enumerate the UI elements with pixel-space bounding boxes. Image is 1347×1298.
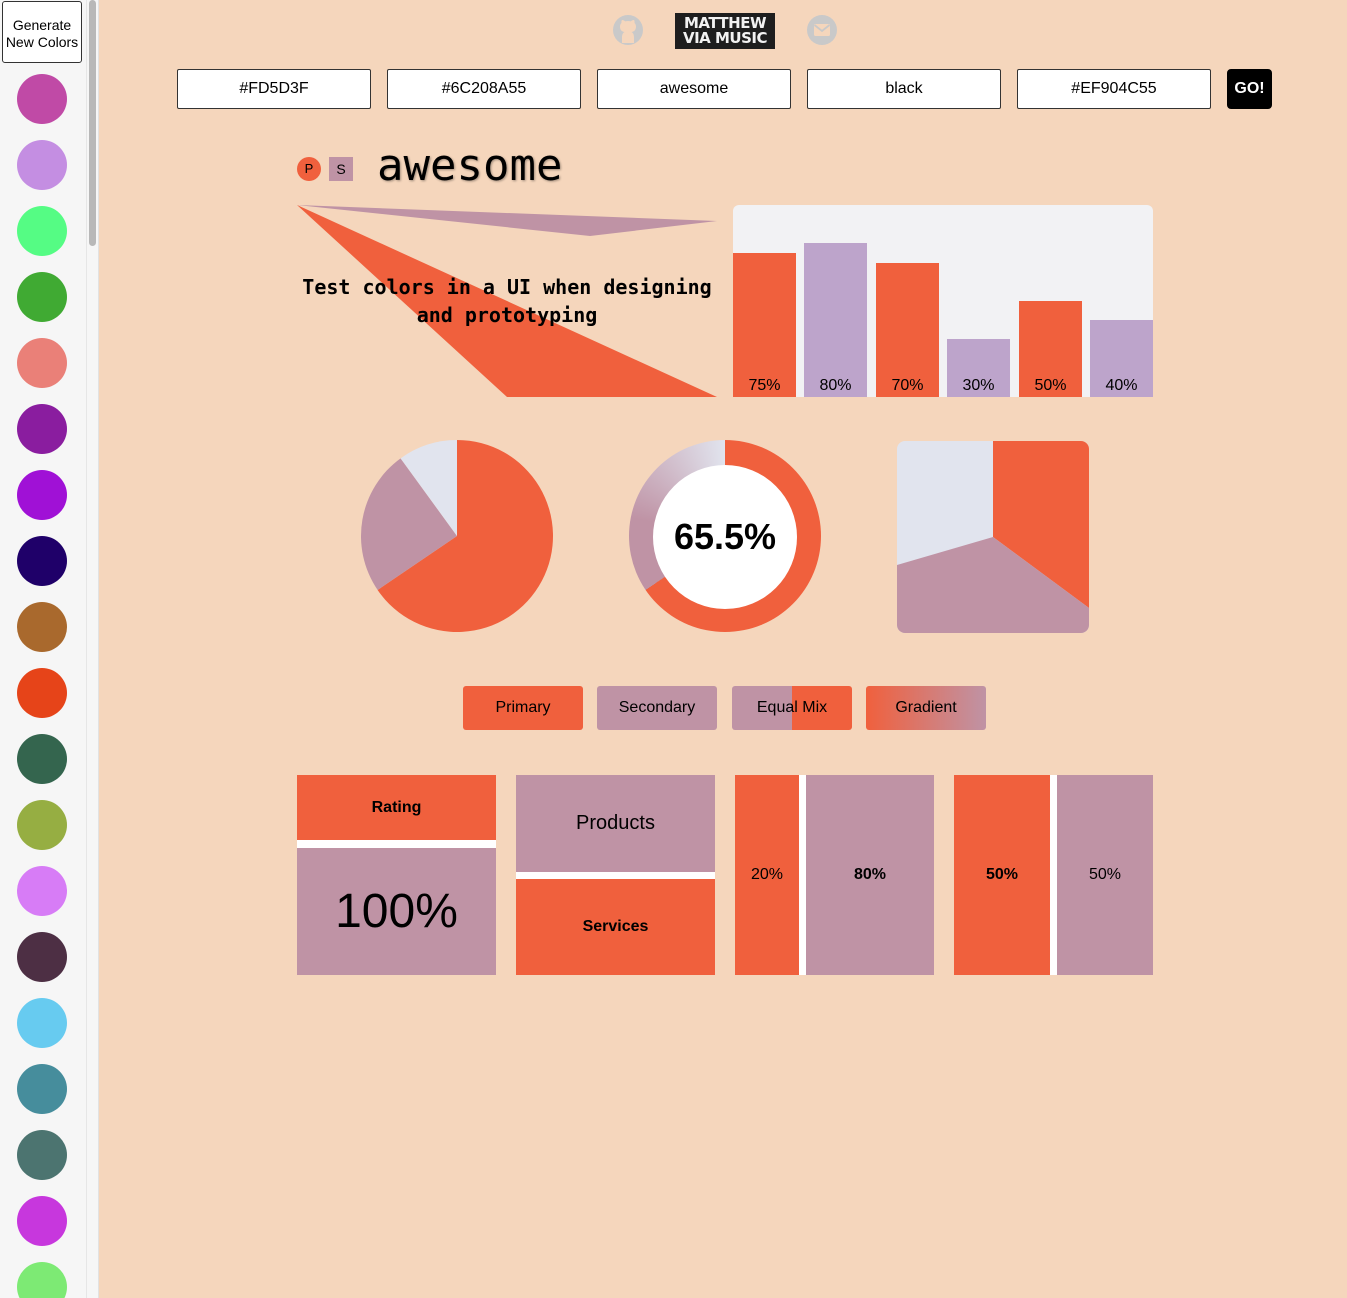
color-swatch[interactable]	[17, 866, 67, 916]
color-swatch[interactable]	[17, 932, 67, 982]
split-50-left-label: 50%	[954, 775, 1050, 975]
split-50-50-tile: 50% 50%	[954, 775, 1153, 975]
split-80-label: 80%	[806, 775, 934, 975]
tagline: Test colors in a UI when designing and p…	[302, 275, 712, 327]
products-services-tile: Products Services	[516, 775, 715, 975]
color-swatch[interactable]	[17, 470, 67, 520]
rect-pie-chart	[897, 441, 1089, 633]
gradient-button[interactable]: Gradient	[866, 686, 986, 730]
bar-label: 80%	[819, 377, 852, 394]
bar-label: 50%	[1034, 377, 1067, 394]
rating-value: 100%	[297, 848, 496, 975]
sidebar: Generate New Colors	[0, 0, 99, 1298]
bar	[733, 253, 796, 397]
color-swatch[interactable]	[17, 1130, 67, 1180]
bar-label: 30%	[962, 377, 995, 394]
color-swatch[interactable]	[17, 74, 67, 124]
hero-secondary-wedge	[297, 205, 717, 236]
text-color-input[interactable]	[807, 69, 1001, 109]
color-swatch[interactable]	[17, 1262, 67, 1298]
bar-label: 70%	[891, 377, 924, 394]
primary-color-input[interactable]	[177, 69, 371, 109]
products-label: Products	[516, 775, 715, 872]
generate-new-colors-button[interactable]: Generate New Colors	[2, 1, 82, 63]
swatch-list	[17, 74, 67, 1298]
color-swatch[interactable]	[17, 1196, 67, 1246]
color-swatch[interactable]	[17, 536, 67, 586]
secondary-button[interactable]: Secondary	[597, 686, 717, 730]
bar-label: 40%	[1105, 377, 1138, 394]
bar-label: 75%	[748, 377, 781, 394]
split-20-label: 20%	[735, 775, 799, 975]
services-label: Services	[516, 879, 715, 975]
pie-chart	[361, 440, 553, 632]
split-50-right-label: 50%	[1057, 775, 1153, 975]
rating-tile: Rating 100%	[297, 775, 496, 975]
color-swatch[interactable]	[17, 140, 67, 190]
color-swatch[interactable]	[17, 998, 67, 1048]
github-icon[interactable]	[612, 14, 644, 46]
color-swatch[interactable]	[17, 602, 67, 652]
secondary-indicator: S	[329, 157, 353, 181]
color-swatch[interactable]	[17, 800, 67, 850]
bar	[804, 243, 867, 397]
go-button[interactable]: GO!	[1227, 69, 1272, 109]
equal-mix-button[interactable]: Equal Mix	[732, 686, 852, 730]
primary-button[interactable]: Primary	[463, 686, 583, 730]
logo[interactable]: MATTHEW VIA MUSIC	[675, 13, 775, 49]
palette-name-input[interactable]	[597, 69, 791, 109]
bar-chart: 75% 80% 70% 30% 50% 40%	[733, 205, 1153, 397]
scrollbar-thumb[interactable]	[89, 0, 96, 246]
primary-indicator: P	[297, 157, 321, 181]
logo-line-2: VIA MUSIC	[682, 29, 768, 47]
color-swatch[interactable]	[17, 404, 67, 454]
palette-title: awesome	[377, 140, 563, 191]
rating-label: Rating	[297, 775, 496, 840]
color-swatch[interactable]	[17, 272, 67, 322]
donut-center-label: 65.5%	[653, 465, 797, 609]
color-swatch[interactable]	[17, 734, 67, 784]
secondary-color-input[interactable]	[387, 69, 581, 109]
mail-icon[interactable]	[806, 14, 838, 46]
color-swatch[interactable]	[17, 1064, 67, 1114]
color-swatch[interactable]	[17, 338, 67, 388]
split-20-80-tile: 20% 80%	[735, 775, 934, 975]
color-swatch[interactable]	[17, 206, 67, 256]
color-swatch[interactable]	[17, 668, 67, 718]
background-color-input[interactable]	[1017, 69, 1211, 109]
